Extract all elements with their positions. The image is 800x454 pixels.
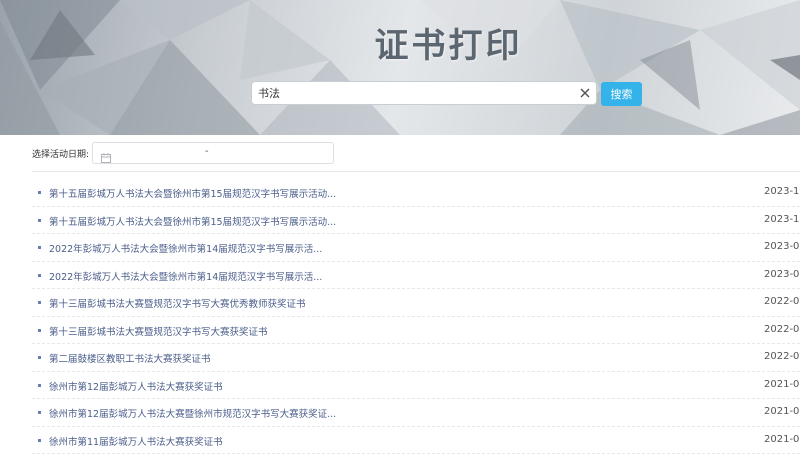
certificate-date: 2022-01 [764, 351, 800, 362]
list-item: 第二届鼓楼区教职工书法大赛获奖证书 2022-01 [32, 344, 800, 372]
certificate-date: 2023-12 [764, 186, 800, 197]
bullet-icon [38, 246, 41, 249]
list-item: 徐州市第12届彭城万人书法大赛获奖证书 2021-06 [32, 372, 800, 399]
list-item: 第十五届彭城万人书法大会暨徐州市第15届规范汉字书写展示活动... 2023-1… [32, 207, 800, 234]
list-item: 2022年彭城万人书法大会暨徐州市第14届规范汉字书写展示活... 2023-0… [32, 262, 800, 289]
certificate-link[interactable]: 第十三届彭城书法大赛暨规范汉字书写大赛优秀教师获奖证书 [49, 296, 306, 310]
certificate-date: 2021-06 [764, 433, 800, 445]
bullet-icon [38, 328, 41, 332]
bullet-icon [38, 191, 41, 194]
certificate-link[interactable]: 第二届鼓楼区教职工书法大赛获奖证书 [49, 351, 211, 365]
certificate-date: 2022-02 [764, 296, 800, 307]
bullet-icon [38, 356, 41, 359]
calendar-icon [101, 148, 111, 167]
header-banner: 证书打印 [0, 0, 800, 135]
divider [32, 171, 800, 172]
certificate-link[interactable]: 徐州市第11届彭城万人书法大赛获奖证书 [49, 434, 223, 448]
date-range-separator: - [205, 146, 209, 157]
list-item: 第十三届彭城书法大赛暨规范汉字书写大赛获奖证书 2022-02 [32, 317, 800, 344]
certificate-date: 2023-03 [764, 241, 800, 252]
search-input[interactable] [258, 84, 568, 102]
certificate-date: 2022-02 [764, 323, 800, 335]
clear-icon[interactable] [577, 85, 593, 101]
search-box [251, 81, 597, 105]
search-button[interactable]: 搜索 [601, 82, 642, 106]
certificate-link[interactable]: 徐州市第12届彭城万人书法大赛获奖证书 [49, 379, 223, 393]
list-item: 第十五届彭城万人书法大会暨徐州市第15届规范汉字书写展示活动... 2023-1… [32, 179, 800, 207]
certificate-link[interactable]: 第十三届彭城书法大赛暨规范汉字书写大赛获奖证书 [49, 324, 268, 338]
list-item: 2022年彭城万人书法大会暨徐州市第14届规范汉字书写展示活... 2023-0… [32, 234, 800, 262]
list-item: 徐州市第11届彭城万人书法大赛获奖证书 2021-06 [32, 427, 800, 454]
bullet-icon [38, 383, 41, 387]
date-filter-label: 选择活动日期: [32, 150, 90, 160]
certificate-link[interactable]: 第十五届彭城万人书法大会暨徐州市第15届规范汉字书写展示活动... [49, 214, 336, 228]
list-item: 徐州市第12届彭城万人书法大赛暨徐州市规范汉字书写大赛获奖证... 2021-0… [32, 399, 800, 427]
bullet-icon [38, 411, 41, 414]
bullet-icon [38, 301, 41, 304]
certificate-link[interactable]: 徐州市第12届彭城万人书法大赛暨徐州市规范汉字书写大赛获奖证... [49, 406, 336, 420]
page-title: 证书打印 [374, 26, 523, 66]
certificate-link[interactable]: 2022年彭城万人书法大会暨徐州市第14届规范汉字书写展示活... [49, 269, 322, 283]
certificate-date: 2023-03 [764, 268, 800, 280]
certificate-link[interactable]: 第十五届彭城万人书法大会暨徐州市第15届规范汉字书写展示活动... [49, 186, 336, 200]
certificate-date: 2021-06 [764, 378, 800, 390]
bullet-icon [38, 438, 41, 442]
certificate-list: 第十五届彭城万人书法大会暨徐州市第15届规范汉字书写展示活动... 2023-1… [32, 179, 800, 454]
certificate-date: 2021-06 [764, 406, 800, 417]
bullet-icon [38, 218, 41, 222]
certificate-link[interactable]: 2022年彭城万人书法大会暨徐州市第14届规范汉字书写展示活... [49, 241, 322, 255]
date-range-picker[interactable]: - [92, 142, 334, 164]
list-item: 第十三届彭城书法大赛暨规范汉字书写大赛优秀教师获奖证书 2022-02 [32, 289, 800, 317]
certificate-date: 2023-12 [764, 213, 800, 225]
bullet-icon [38, 273, 41, 277]
